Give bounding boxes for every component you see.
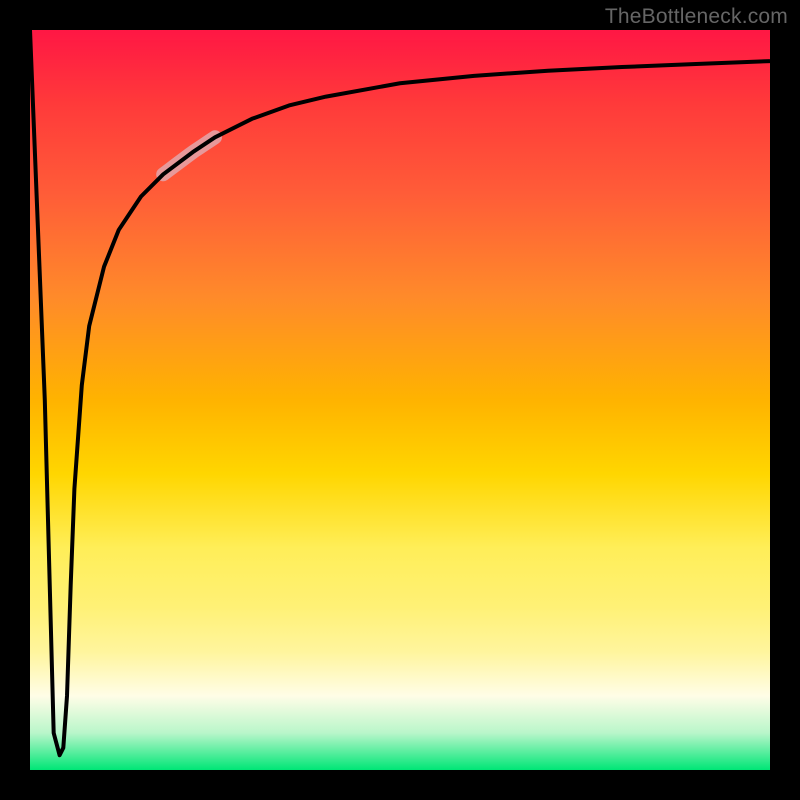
watermark-text: TheBottleneck.com [605,5,788,29]
chart-frame: TheBottleneck.com [0,0,800,800]
bottleneck-curve [30,30,770,755]
plot-area [30,30,770,770]
chart-svg [30,30,770,770]
